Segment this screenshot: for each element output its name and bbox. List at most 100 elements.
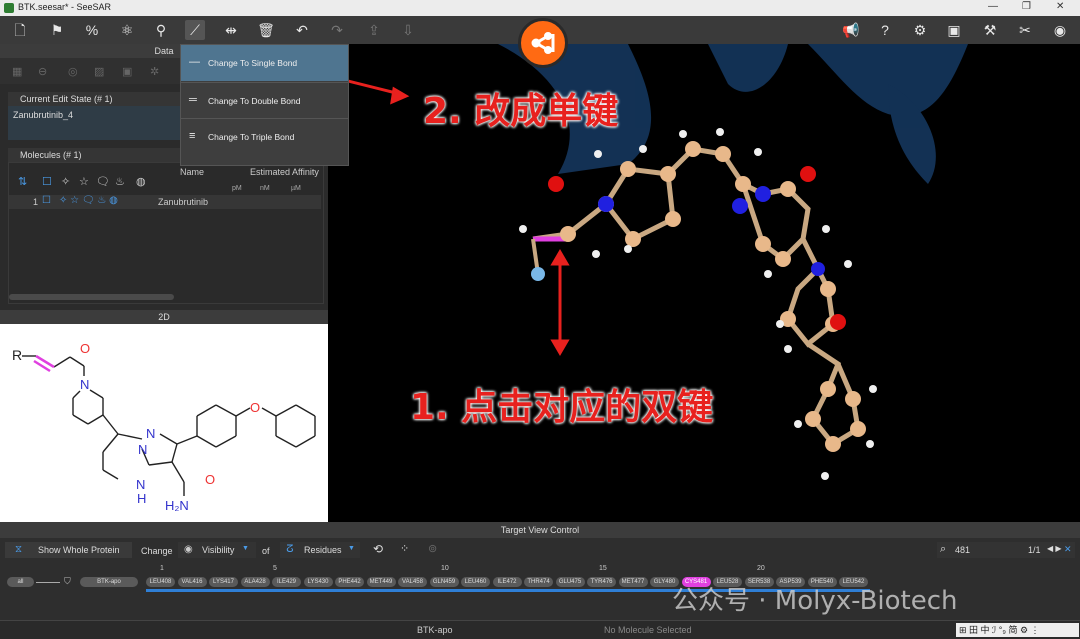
scatter-icon[interactable]: ⁘	[400, 542, 409, 555]
grid-icon[interactable]: ▨	[94, 65, 104, 78]
status-chain: BTK-apo	[417, 625, 453, 635]
residue-pill[interactable]: MET477	[618, 577, 648, 587]
chain-pill[interactable]: BTK-apo	[80, 577, 138, 587]
all-button[interactable]: all	[7, 577, 34, 587]
wrench-icon[interactable]: ✂	[1015, 20, 1035, 40]
chevron-down-icon: ▼	[348, 545, 355, 552]
unit-pm: pM	[232, 185, 242, 192]
residue-pill[interactable]: LYS430	[303, 577, 333, 587]
eye-small-icon: ◉	[184, 544, 193, 555]
chevron-down-icon: ▼	[242, 545, 249, 552]
restore-icon[interactable]: ❐	[1022, 1, 1031, 12]
atom-r: R	[12, 347, 22, 363]
list-icon[interactable]: ▦	[12, 65, 22, 78]
atom-nh: N	[136, 477, 145, 492]
flag-icon[interactable]: ⚑	[47, 20, 67, 40]
checkbox-all-icon[interactable]: ☐	[42, 175, 52, 188]
monitor-icon[interactable]: ▣	[944, 20, 964, 40]
residue-search[interactable]: ⌕ 481 1/1 ◀ ▶ ✕	[937, 542, 1075, 558]
residue-pill[interactable]: ALA428	[240, 577, 270, 587]
unit-um: µM	[291, 185, 301, 192]
palette-icon[interactable]: ◍	[136, 175, 146, 188]
link-icon[interactable]: ⊚	[428, 542, 437, 555]
ime-bar[interactable]: ⊞ 田 中 ℐ °₉ 简 ⚙ ⋮	[956, 623, 1079, 637]
row-number: 1	[33, 197, 39, 207]
residue-pill[interactable]: MET449	[366, 577, 396, 587]
trash-icon[interactable]: 🗑	[256, 20, 276, 40]
comment-icon[interactable]: 🗨	[96, 175, 110, 188]
show-whole-protein-label: Show Whole Protein	[38, 545, 120, 555]
edit-state-value: Zanubrutinib_4	[13, 110, 74, 120]
residue-pill[interactable]: ILE472	[492, 577, 522, 587]
residue-pill[interactable]: GLU475	[555, 577, 585, 587]
bond-tool-icon[interactable]: ⟋	[185, 20, 205, 40]
pin-icon[interactable]: ✧	[61, 175, 70, 188]
residue-pill[interactable]: VAL458	[398, 577, 427, 587]
status-selection: No Molecule Selected	[604, 625, 692, 635]
menu-item-triple-bond[interactable]: ≡ Change To Triple Bond	[181, 118, 348, 155]
flame-icon[interactable]: ♨	[115, 175, 125, 188]
data-toolbar: ▦ ⊖ ◎ ▨ ▣ ✲	[0, 58, 180, 84]
residues-dropdown[interactable]: ⵒ Residues ▼	[280, 542, 360, 558]
torsion-icon[interactable]: ⇹	[221, 20, 241, 40]
search-input[interactable]: 481	[955, 545, 970, 555]
col-affinity[interactable]: Estimated Affinity	[250, 167, 319, 177]
gear-small-icon[interactable]: ✲	[150, 65, 159, 78]
help-icon[interactable]: ?	[875, 20, 895, 40]
seesar-logo	[518, 18, 568, 68]
residue-pill[interactable]: ILE429	[272, 577, 301, 587]
sort-icon[interactable]: ⇅	[18, 175, 27, 188]
row-icons[interactable]: ✧ ☆ 🗨 ♨ ◍	[59, 195, 118, 206]
menu-item-single-bond[interactable]: — Change To Single Bond	[181, 45, 348, 81]
visibility-dropdown[interactable]: ◉ Visibility ▼	[178, 542, 256, 558]
row-name: Zanubrutinib	[158, 197, 209, 207]
double-bond-icon: ═	[189, 94, 197, 106]
import-icon[interactable]: ⇩	[398, 20, 418, 40]
data-header-label: Data	[154, 46, 174, 56]
residue-pill[interactable]: PHE442	[335, 577, 364, 587]
save-icon[interactable]: ▣	[122, 65, 132, 78]
triple-bond-icon: ≡	[189, 130, 196, 142]
col-name[interactable]: Name	[180, 167, 204, 177]
h-scrollbar[interactable]	[9, 294, 174, 300]
atom-icon[interactable]: ⚛	[117, 20, 137, 40]
bond-edit-icon[interactable]: ⚲	[151, 20, 171, 40]
3d-viewer[interactable]: 2. 改成单键 1. 点击对应的双键	[328, 44, 1080, 522]
residue-pill[interactable]: THR474	[524, 577, 553, 587]
undo-icon[interactable]: ↶	[292, 20, 312, 40]
document-icon[interactable]: 🗋	[10, 20, 30, 40]
close-icon[interactable]: ✕	[1056, 1, 1064, 12]
prev-next-icon[interactable]: ◀ ▶	[1047, 544, 1062, 553]
molecules-table: ⇅ ☐ ✧ ☆ 🗨 ♨ ◍ Name Estimated Affinity pM…	[8, 162, 324, 304]
visibility-label: Visibility	[202, 545, 235, 555]
chain-icon: ⛉	[64, 576, 71, 586]
show-whole-protein-button[interactable]: ⧖ Show Whole Protein	[5, 542, 132, 558]
ruler-5: 5	[273, 565, 277, 572]
export-icon[interactable]: ⇪	[364, 20, 384, 40]
residue-pill[interactable]: LEU408	[146, 577, 175, 587]
settings-icon[interactable]: ⚙	[910, 20, 930, 40]
residue-pill[interactable]: LYS417	[209, 577, 238, 587]
reset-icon[interactable]: ⟲	[373, 542, 383, 556]
view-icon[interactable]: ◎	[68, 65, 78, 78]
structure-2d[interactable]: R O N N N N H O O H₂N	[0, 324, 328, 522]
percent-icon[interactable]: %	[82, 20, 102, 40]
change-label: Change	[141, 546, 173, 556]
clear-search-icon[interactable]: ✕	[1064, 544, 1072, 555]
title-bar: BTK.seesar* - SeeSAR — ❐ ✕	[0, 0, 1080, 16]
minus-circle-icon[interactable]: ⊖	[38, 65, 47, 78]
residue-pill[interactable]: GLN459	[429, 577, 459, 587]
megaphone-icon[interactable]: 📢	[841, 20, 861, 40]
minimize-icon[interactable]: —	[988, 1, 998, 12]
residue-pill[interactable]: VAL416	[177, 577, 207, 587]
menu-item-double-bond[interactable]: ═ Change To Double Bond	[181, 82, 348, 119]
residue-pill[interactable]: TYR476	[587, 577, 616, 587]
chain-connector	[36, 582, 60, 583]
row-checkbox[interactable]: ☐	[42, 195, 51, 206]
star-icon[interactable]: ☆	[79, 175, 89, 188]
residue-pill[interactable]: LEU460	[461, 577, 490, 587]
eye-icon[interactable]: ◉	[1050, 20, 1070, 40]
tools-icon[interactable]: ⚒	[980, 20, 1000, 40]
redo-icon[interactable]: ↷	[327, 20, 347, 40]
table-row[interactable]: 1 ☐ ✧ ☆ 🗨 ♨ ◍ Zanubrutinib	[9, 195, 321, 209]
